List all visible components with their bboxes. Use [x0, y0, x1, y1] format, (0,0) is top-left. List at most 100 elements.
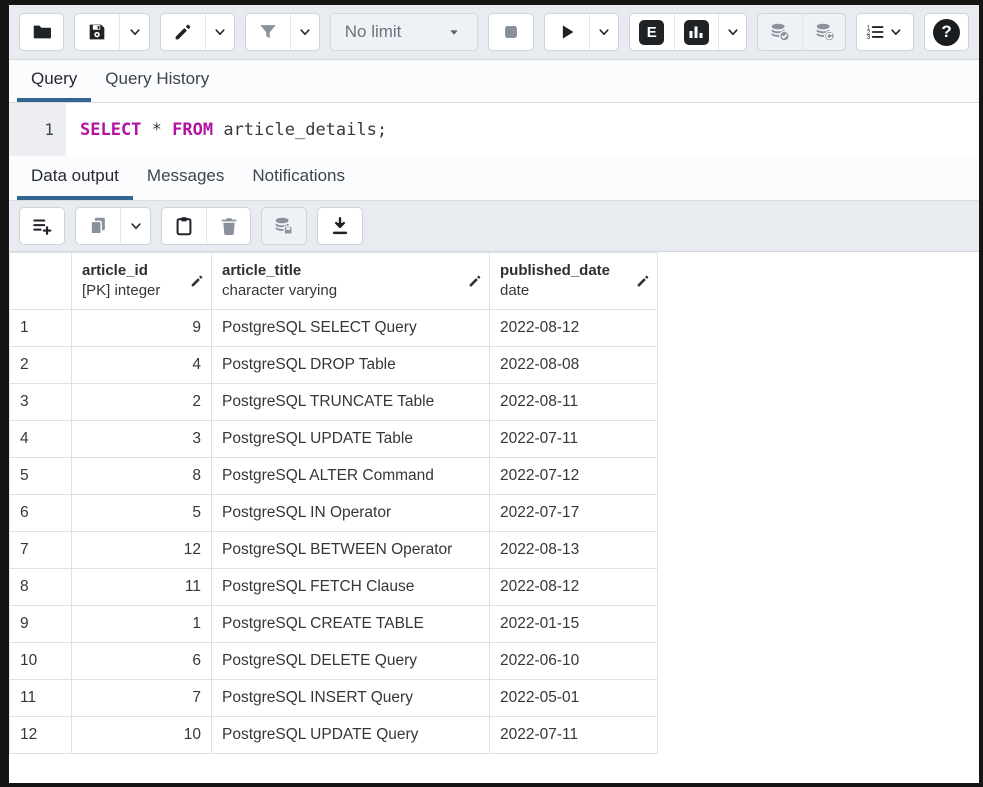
article-id-cell[interactable]: 2	[72, 384, 212, 421]
edit-column-icon[interactable]	[189, 273, 205, 289]
article-id-cell[interactable]: 8	[72, 458, 212, 495]
row-number-cell[interactable]: 11	[10, 680, 72, 717]
row-number-cell[interactable]: 6	[10, 495, 72, 532]
copy-menu-button[interactable]	[120, 208, 150, 244]
published-date-cell[interactable]: 2022-08-12	[490, 569, 658, 606]
explain-button[interactable]: E	[630, 14, 674, 50]
explain-icon: E	[639, 20, 664, 45]
published-date-cell[interactable]: 2022-08-12	[490, 310, 658, 347]
svg-text:3: 3	[867, 34, 871, 41]
chevron-down-icon	[724, 23, 742, 41]
row-number-cell[interactable]: 4	[10, 421, 72, 458]
article-title-cell[interactable]: PostgreSQL DROP Table	[212, 347, 490, 384]
article-title-cell[interactable]: PostgreSQL UPDATE Query	[212, 717, 490, 754]
published-date-cell[interactable]: 2022-06-10	[490, 643, 658, 680]
article-id-cell[interactable]: 11	[72, 569, 212, 606]
article-title-cell[interactable]: PostgreSQL UPDATE Table	[212, 421, 490, 458]
article-title-cell[interactable]: PostgreSQL SELECT Query	[212, 310, 490, 347]
published-date-cell[interactable]: 2022-08-13	[490, 532, 658, 569]
row-number-cell[interactable]: 12	[10, 717, 72, 754]
cancel-query-button[interactable]	[489, 14, 533, 50]
article-title-cell[interactable]: PostgreSQL DELETE Query	[212, 643, 490, 680]
output-tabbar: Data output Messages Notifications	[9, 156, 979, 201]
database-save-icon	[273, 215, 295, 237]
article-id-cell[interactable]: 5	[72, 495, 212, 532]
article-title-cell[interactable]: PostgreSQL FETCH Clause	[212, 569, 490, 606]
row-limit-select[interactable]: No limit	[330, 13, 479, 51]
save-file-button[interactable]	[75, 14, 119, 50]
article-title-cell[interactable]: PostgreSQL TRUNCATE Table	[212, 384, 490, 421]
published-date-cell[interactable]: 2022-08-08	[490, 347, 658, 384]
edit-column-icon[interactable]	[635, 273, 651, 289]
published-date-cell[interactable]: 2022-01-15	[490, 606, 658, 643]
row-number-cell[interactable]: 10	[10, 643, 72, 680]
article-title-cell[interactable]: PostgreSQL INSERT Query	[212, 680, 490, 717]
article-title-cell[interactable]: PostgreSQL IN Operator	[212, 495, 490, 532]
select-all-header[interactable]	[10, 253, 72, 310]
column-header-article-id[interactable]: article_id [PK] integer	[72, 253, 212, 310]
help-button[interactable]: ?	[925, 14, 969, 50]
row-number-cell[interactable]: 5	[10, 458, 72, 495]
article-title-cell[interactable]: PostgreSQL CREATE TABLE	[212, 606, 490, 643]
copy-button[interactable]	[76, 208, 120, 244]
edit-menu-button[interactable]	[205, 14, 235, 50]
query-tool-window: No limit E	[0, 0, 983, 787]
filter-button[interactable]	[246, 14, 290, 50]
execute-menu-button[interactable]	[589, 14, 619, 50]
published-date-cell[interactable]: 2022-07-12	[490, 458, 658, 495]
edit-column-icon[interactable]	[467, 273, 483, 289]
database-rollback-icon	[814, 21, 836, 43]
save-data-changes-button[interactable]	[262, 208, 306, 244]
article-id-cell[interactable]: 10	[72, 717, 212, 754]
article-title-cell[interactable]: PostgreSQL BETWEEN Operator	[212, 532, 490, 569]
article-id-cell[interactable]: 12	[72, 532, 212, 569]
tab-notifications[interactable]: Notifications	[238, 156, 359, 200]
clipboard-icon	[173, 215, 195, 237]
rollback-button[interactable]	[802, 14, 846, 50]
tab-data-output[interactable]: Data output	[17, 156, 133, 200]
save-file-menu-button[interactable]	[119, 14, 149, 50]
delete-row-button[interactable]	[206, 208, 250, 244]
explain-menu-button[interactable]	[718, 14, 748, 50]
tab-query[interactable]: Query	[17, 60, 91, 102]
trash-icon	[218, 215, 240, 237]
row-number-cell[interactable]: 1	[10, 310, 72, 347]
row-number-cell[interactable]: 2	[10, 347, 72, 384]
published-date-cell[interactable]: 2022-07-11	[490, 421, 658, 458]
sql-code-line[interactable]: SELECT * FROM article_details;	[66, 103, 979, 156]
published-date-cell[interactable]: 2022-07-17	[490, 495, 658, 532]
download-csv-button[interactable]	[318, 208, 362, 244]
article-id-cell[interactable]: 7	[72, 680, 212, 717]
article-id-cell[interactable]: 6	[72, 643, 212, 680]
row-number-cell[interactable]: 3	[10, 384, 72, 421]
table-row: 3 2 PostgreSQL TRUNCATE Table 2022-08-11	[10, 384, 658, 421]
sql-editor[interactable]: 1 SELECT * FROM article_details;	[9, 103, 979, 156]
tab-messages[interactable]: Messages	[133, 156, 238, 200]
edit-button[interactable]	[161, 14, 205, 50]
execute-button[interactable]	[545, 14, 589, 50]
table-row: 11 7 PostgreSQL INSERT Query 2022-05-01	[10, 680, 658, 717]
explain-analyze-button[interactable]	[674, 14, 718, 50]
add-row-button[interactable]	[20, 208, 64, 244]
article-title-cell[interactable]: PostgreSQL ALTER Command	[212, 458, 490, 495]
article-id-cell[interactable]: 4	[72, 347, 212, 384]
paste-button[interactable]	[162, 208, 206, 244]
published-date-cell[interactable]: 2022-07-11	[490, 717, 658, 754]
tab-query-history[interactable]: Query History	[91, 60, 223, 102]
article-id-cell[interactable]: 1	[72, 606, 212, 643]
published-date-cell[interactable]: 2022-08-11	[490, 384, 658, 421]
open-file-button[interactable]	[20, 14, 64, 50]
commit-button[interactable]	[758, 14, 802, 50]
macros-button[interactable]: 123	[857, 14, 912, 50]
column-header-article-title[interactable]: article_title character varying	[212, 253, 490, 310]
row-number-cell[interactable]: 8	[10, 569, 72, 606]
row-number-cell[interactable]: 9	[10, 606, 72, 643]
tab-query-label: Query	[31, 69, 77, 89]
row-number-cell[interactable]: 7	[10, 532, 72, 569]
column-type: date	[500, 281, 631, 301]
article-id-cell[interactable]: 9	[72, 310, 212, 347]
published-date-cell[interactable]: 2022-05-01	[490, 680, 658, 717]
column-header-published-date[interactable]: published_date date	[490, 253, 658, 310]
article-id-cell[interactable]: 3	[72, 421, 212, 458]
filter-menu-button[interactable]	[290, 14, 320, 50]
